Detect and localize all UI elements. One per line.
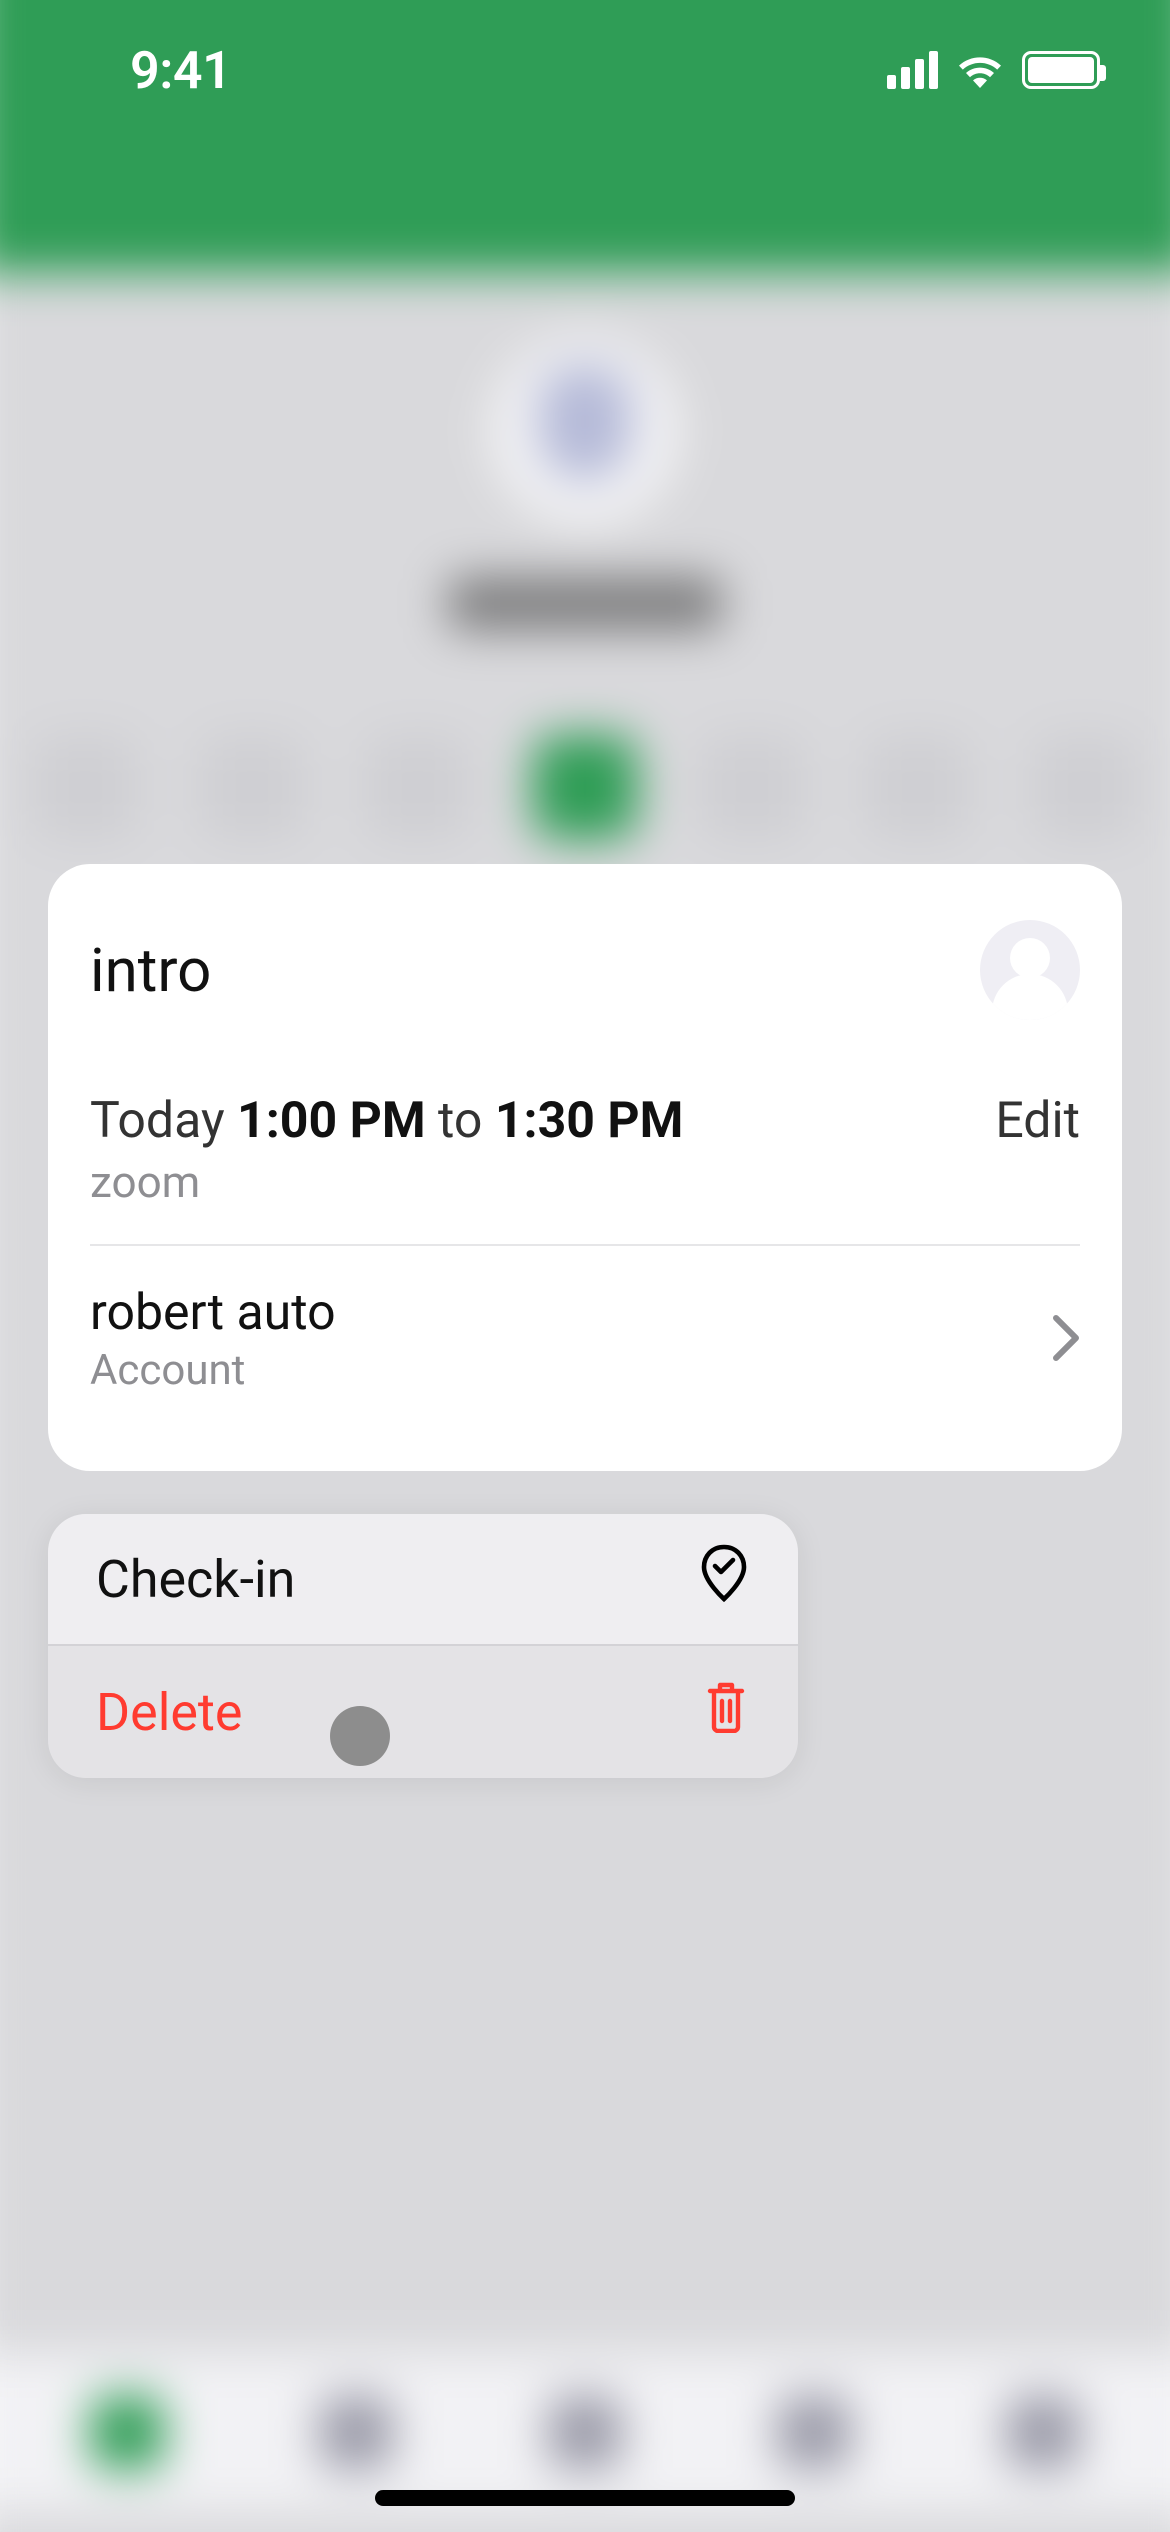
- event-time-row: Today 1:00 PM to 1:30 PM zoom Edit: [90, 1092, 1080, 1246]
- touch-indicator: [330, 1706, 390, 1766]
- event-end-time: 1:30 PM: [495, 1092, 684, 1150]
- wifi-icon: [956, 52, 1004, 88]
- attendee-avatar[interactable]: [980, 920, 1080, 1020]
- cellular-signal-icon: [887, 51, 938, 89]
- event-location: zoom: [90, 1156, 683, 1208]
- context-action-menu: Check-in Delete: [48, 1514, 798, 1778]
- event-day-label: Today: [90, 1092, 225, 1150]
- edit-button[interactable]: Edit: [995, 1092, 1080, 1150]
- event-title: intro: [90, 935, 211, 1006]
- trash-icon: [702, 1679, 750, 1746]
- location-pin-check-icon: [698, 1543, 750, 1616]
- account-type-label: Account: [90, 1346, 336, 1395]
- event-to-label: to: [438, 1092, 482, 1150]
- status-bar: 9:41: [0, 0, 1170, 140]
- delete-action[interactable]: Delete: [48, 1646, 798, 1778]
- event-detail-card: intro Today 1:00 PM to 1:30 PM zoom Edit…: [48, 864, 1122, 1471]
- account-name: robert auto: [90, 1284, 336, 1342]
- related-account-row[interactable]: robert auto Account: [90, 1246, 1080, 1443]
- status-icons: [887, 51, 1100, 89]
- chevron-right-icon: [1052, 1314, 1080, 1366]
- event-time-text: Today 1:00 PM to 1:30 PM: [90, 1092, 683, 1150]
- home-indicator[interactable]: [375, 2490, 795, 2506]
- battery-icon: [1022, 51, 1100, 89]
- checkin-action[interactable]: Check-in: [48, 1514, 798, 1646]
- status-time: 9:41: [130, 40, 231, 101]
- delete-label: Delete: [96, 1682, 243, 1743]
- checkin-label: Check-in: [96, 1549, 295, 1610]
- event-start-time: 1:00 PM: [237, 1092, 426, 1150]
